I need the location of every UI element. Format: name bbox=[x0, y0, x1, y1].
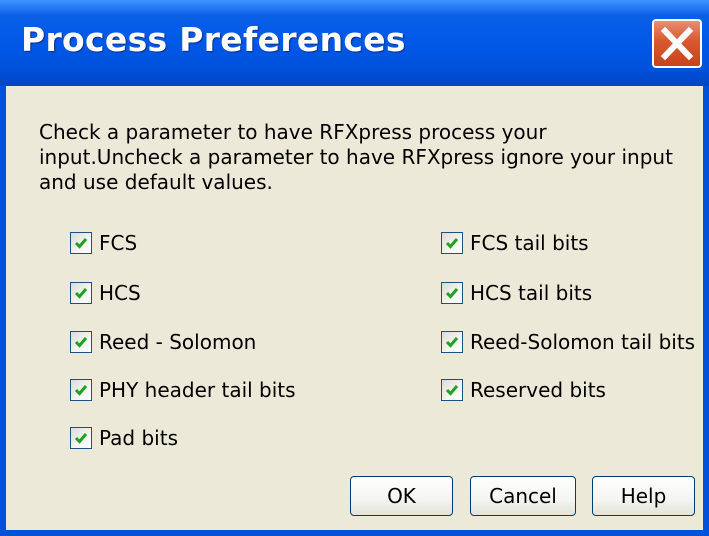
option-reserved-bits[interactable]: Reserved bits bbox=[441, 377, 606, 403]
option-phy-header-tail-bits[interactable]: PHY header tail bits bbox=[70, 377, 296, 403]
checkbox-hcs-tail-bits[interactable] bbox=[441, 282, 463, 304]
window-frame-bottom bbox=[0, 530, 709, 536]
option-reed-solomon[interactable]: Reed - Solomon bbox=[70, 329, 256, 355]
close-button[interactable] bbox=[652, 19, 702, 68]
checkbox-phy-header-tail-bits[interactable] bbox=[70, 379, 92, 401]
option-label: Reed-Solomon tail bits bbox=[470, 330, 696, 354]
option-pad-bits[interactable]: Pad bits bbox=[70, 425, 178, 451]
checkmark-icon bbox=[74, 385, 88, 396]
cancel-button[interactable]: Cancel bbox=[470, 476, 576, 516]
option-label: FCS tail bits bbox=[470, 231, 589, 255]
option-hcs-tail-bits[interactable]: HCS tail bits bbox=[441, 280, 592, 306]
window-title: Process Preferences bbox=[21, 20, 406, 59]
help-button[interactable]: Help bbox=[592, 476, 695, 516]
window-frame-left bbox=[0, 86, 6, 536]
checkmark-icon bbox=[74, 288, 88, 299]
checkbox-reserved-bits[interactable] bbox=[441, 379, 463, 401]
checkmark-icon bbox=[74, 433, 88, 444]
option-label: Reserved bits bbox=[470, 378, 606, 402]
ok-button[interactable]: OK bbox=[350, 476, 453, 516]
checkmark-icon bbox=[74, 337, 88, 348]
checkbox-fcs-tail-bits[interactable] bbox=[441, 232, 463, 254]
window-frame-right bbox=[703, 86, 709, 536]
checkbox-pad-bits[interactable] bbox=[70, 427, 92, 449]
option-label: Reed - Solomon bbox=[99, 330, 257, 354]
option-label: HCS tail bits bbox=[470, 281, 593, 305]
close-icon bbox=[660, 26, 694, 61]
option-hcs[interactable]: HCS bbox=[70, 280, 141, 306]
title-bar[interactable]: Process Preferences bbox=[0, 0, 709, 86]
checkbox-reed-solomon[interactable] bbox=[70, 331, 92, 353]
option-reed-solomon-tail-bits[interactable]: Reed-Solomon tail bits bbox=[441, 329, 695, 355]
checkbox-fcs[interactable] bbox=[70, 232, 92, 254]
option-label: HCS bbox=[99, 281, 141, 305]
checkbox-hcs[interactable] bbox=[70, 282, 92, 304]
checkmark-icon bbox=[445, 385, 459, 396]
checkmark-icon bbox=[445, 288, 459, 299]
checkbox-reed-solomon-tail-bits[interactable] bbox=[441, 331, 463, 353]
instructions-text: Check a parameter to have RFXpress proce… bbox=[39, 120, 673, 194]
option-label: PHY header tail bits bbox=[99, 378, 296, 402]
option-label: FCS bbox=[99, 231, 138, 255]
option-label: Pad bits bbox=[99, 426, 178, 450]
process-preferences-dialog: Process Preferences Check a parameter to… bbox=[0, 0, 709, 536]
option-fcs-tail-bits[interactable]: FCS tail bits bbox=[441, 230, 589, 256]
checkmark-icon bbox=[445, 337, 459, 348]
option-fcs[interactable]: FCS bbox=[70, 230, 137, 256]
checkmark-icon bbox=[445, 238, 459, 249]
checkmark-icon bbox=[74, 238, 88, 249]
